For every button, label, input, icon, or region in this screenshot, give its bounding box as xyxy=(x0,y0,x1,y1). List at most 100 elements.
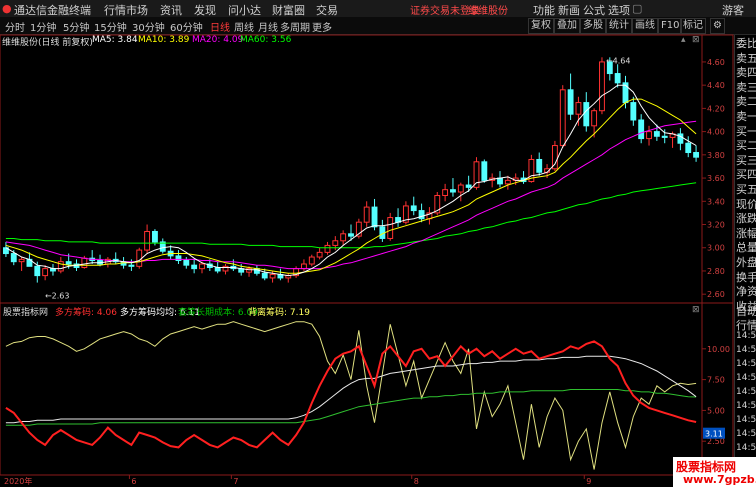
side-item[interactable]: 卖三 xyxy=(736,79,756,95)
side-item[interactable]: 买二 xyxy=(736,137,756,153)
side-item[interactable]: 14:50 xyxy=(736,443,756,453)
candle-body xyxy=(481,161,488,181)
candle-body xyxy=(324,244,331,253)
side-item[interactable]: 买三 xyxy=(736,152,756,168)
side-item[interactable]: 卖五 xyxy=(736,50,756,66)
price-tick-label: 3.80 xyxy=(707,151,725,160)
candle-body xyxy=(583,102,590,127)
time-axis: 2020年 6 7 8 9 xyxy=(4,475,591,486)
candle-body xyxy=(591,110,598,127)
candle-body xyxy=(661,135,668,138)
candle-body xyxy=(387,217,394,239)
side-item[interactable]: 14:50 xyxy=(736,415,756,425)
candle-body xyxy=(81,257,88,268)
side-item[interactable]: 14:50 xyxy=(736,387,756,397)
candle-body xyxy=(536,158,543,173)
side-item[interactable]: 14:50 xyxy=(736,401,756,411)
candle-body xyxy=(136,249,143,267)
candle-body xyxy=(418,210,425,220)
time-axis-label: 2020年 xyxy=(4,476,32,486)
price-tick-label: 2.60 xyxy=(707,290,725,299)
candle-body xyxy=(191,264,198,270)
low-price-label: ←2.63 xyxy=(45,292,70,301)
candle-body xyxy=(685,142,692,154)
side-item[interactable]: 买四 xyxy=(736,166,756,182)
side-item[interactable]: 外盘 xyxy=(736,254,756,270)
candle-body xyxy=(128,264,135,267)
side-item[interactable]: 14:50 xyxy=(736,345,756,355)
price-tick-label: 3.00 xyxy=(707,244,725,253)
candle-body xyxy=(152,230,158,243)
candle-body xyxy=(34,265,41,277)
candle-body xyxy=(65,261,72,265)
side-item[interactable]: 14:50 xyxy=(736,331,756,341)
candle-body xyxy=(465,184,472,188)
price-tick-label: 3.40 xyxy=(707,197,725,206)
side-item[interactable]: 14:50 xyxy=(736,373,756,383)
candle-body xyxy=(18,258,25,263)
watermark-url: www.7gpzb.com xyxy=(683,473,756,486)
kline-chart[interactable]: 4.60 4.40 4.20 4.00 3.80 3.60 3.40 3.20 3.00 2.80… xyxy=(0,0,734,487)
price-axis: 4.60 4.40 4.20 4.00 3.80 3.60 3.40 3.20 3.00 2.80… xyxy=(702,58,725,299)
indicator-axis: 10.007.505.002.503.11 xyxy=(702,345,730,446)
candle-body xyxy=(308,256,315,265)
candle-body xyxy=(301,263,307,270)
time-axis-label: 8 xyxy=(414,477,419,486)
price-tick-label: 4.40 xyxy=(707,81,725,90)
quote-side-panel: 委比 卖五 卖四 卖三 卖二 卖一 买一 买二 买三 买四 买五 现价 涨跌 涨幅 总量 外盘 换手 净资 收益 自动… xyxy=(734,35,756,481)
bull-chip-line xyxy=(5,340,697,449)
high-price-label: ←4.64 xyxy=(606,56,631,65)
candle-body xyxy=(646,131,652,140)
candle-body xyxy=(42,268,49,277)
price-tick-label: 4.20 xyxy=(707,104,725,113)
candle-body xyxy=(504,179,511,185)
candle-body xyxy=(371,206,378,228)
side-item[interactable]: 现价 xyxy=(736,196,756,212)
time-axis-label: 7 xyxy=(233,477,238,486)
trapped-cost-line xyxy=(5,389,697,426)
divergence-chip-line xyxy=(5,321,697,470)
price-tick-label: 4.60 xyxy=(707,58,725,67)
candle-body xyxy=(693,152,700,158)
ma20-line xyxy=(5,120,697,270)
candle-body xyxy=(614,73,621,84)
side-item[interactable]: 卖四 xyxy=(736,64,756,80)
candle-body xyxy=(638,119,645,140)
candle-body xyxy=(599,61,605,112)
candle-body xyxy=(410,205,417,212)
side-item[interactable]: 卖一 xyxy=(736,108,756,124)
candle-body xyxy=(332,240,339,246)
time-axis-label: 6 xyxy=(131,477,136,486)
chart-annotations: ←4.64 ←2.63 xyxy=(45,56,631,300)
side-item[interactable]: 买五 xyxy=(736,181,756,197)
candle-body xyxy=(214,266,221,272)
candle-body xyxy=(316,251,323,258)
candle-body xyxy=(575,102,582,115)
side-item[interactable]: 涨幅 xyxy=(736,225,756,241)
side-item[interactable]: 换手 xyxy=(736,269,756,285)
candle-body xyxy=(340,233,347,242)
side-item[interactable]: 涨跌 xyxy=(736,210,756,226)
candle-body xyxy=(457,184,464,193)
side-item[interactable]: 委比 xyxy=(736,35,756,51)
candle-body xyxy=(363,206,370,223)
current-value-label: 3.11 xyxy=(705,430,723,439)
side-item[interactable]: 14:50 xyxy=(736,359,756,369)
candlestick-series xyxy=(2,57,700,283)
price-tick-label: 4.00 xyxy=(707,128,725,137)
side-item[interactable]: 总量 xyxy=(736,239,756,255)
candle-body xyxy=(10,253,17,263)
indicator-tick-label: 10.00 xyxy=(707,345,730,354)
indicator-tick-label: 5.00 xyxy=(707,406,725,415)
side-item[interactable]: 买一 xyxy=(736,123,756,139)
indicator-lines xyxy=(5,321,697,470)
candle-body xyxy=(348,233,354,237)
site-watermark: 股票指标网 www.7gpzb.com xyxy=(673,457,756,487)
side-item[interactable]: 卖二 xyxy=(736,93,756,109)
candle-body xyxy=(567,89,574,115)
candle-body xyxy=(269,273,276,279)
side-item[interactable]: 14:50 xyxy=(736,429,756,439)
candle-body xyxy=(473,161,480,188)
candle-body xyxy=(559,89,566,147)
side-item[interactable]: 净资 xyxy=(736,283,756,299)
